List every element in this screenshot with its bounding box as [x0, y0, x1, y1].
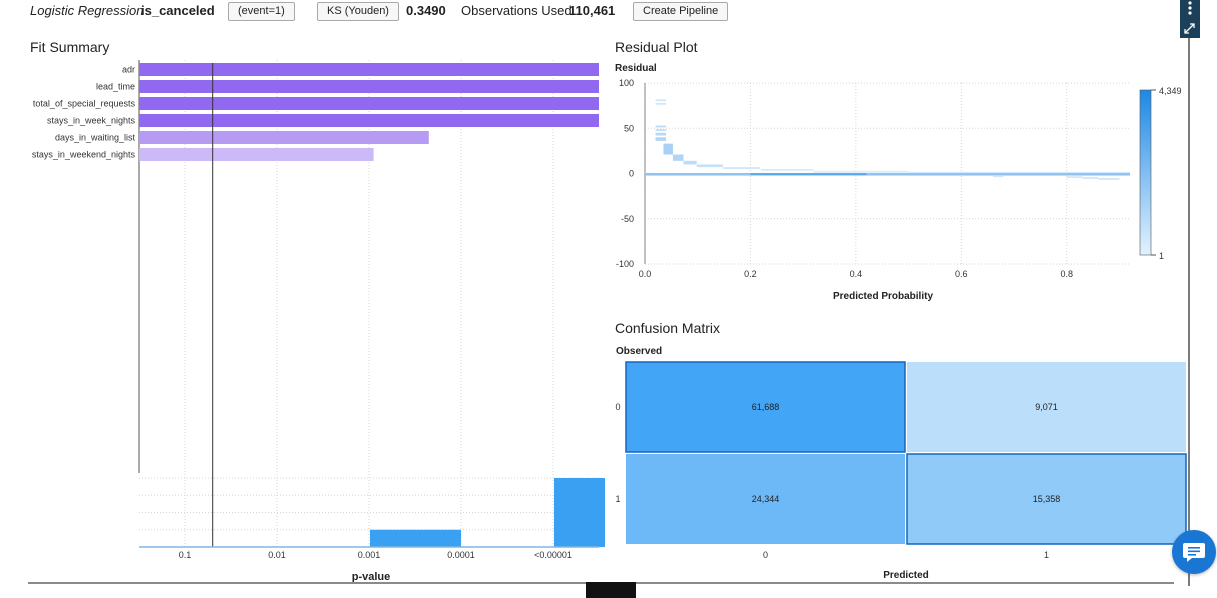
importance-bar[interactable]	[139, 148, 374, 161]
residual-axis-title: Residual	[615, 63, 657, 74]
chat-icon	[1183, 543, 1205, 562]
residual-xtick: 0.8	[1060, 269, 1073, 279]
predicted-probability-title: Predicted Probability	[833, 291, 933, 302]
residual-density-cell	[655, 99, 667, 102]
predicted-class-label: 0	[763, 550, 768, 560]
residual-xtick: 0.6	[955, 269, 968, 279]
residual-ytick: -50	[621, 214, 634, 224]
variable-label: total_of_special_requests	[33, 99, 136, 109]
create-pipeline-button[interactable]: Create Pipeline	[633, 2, 729, 21]
model-header: Logistic Regression is_canceled (event=1…	[0, 0, 1180, 24]
event-button[interactable]: (event=1)	[228, 2, 295, 21]
pvalue-hist-bar[interactable]	[370, 529, 461, 547]
pvalue-tick-label: 0.01	[268, 550, 286, 560]
residual-density-cell	[1066, 171, 1130, 174]
pvalue-tick-label: 0.1	[179, 550, 192, 560]
variable-label: days_in_waiting_list	[55, 133, 136, 143]
residual-density-cell	[1066, 176, 1083, 179]
residual-density-cell	[683, 160, 697, 165]
confusion-cell-value: 15,358	[1033, 494, 1061, 504]
confusion-cell-value: 24,344	[752, 494, 780, 504]
bottom-tab[interactable]	[586, 582, 636, 598]
pvalue-tick-label: 0.001	[358, 550, 381, 560]
target-name: is_canceled	[141, 3, 215, 18]
observed-axis-title: Observed	[616, 346, 662, 357]
residual-xtick: 0.4	[850, 269, 863, 279]
observed-class-label: 0	[615, 402, 620, 412]
residual-density-cell	[723, 167, 760, 169]
confusion-cell-value: 61,688	[752, 402, 780, 412]
residual-color-legend	[1139, 89, 1152, 256]
residual-plot-title: Residual Plot	[615, 39, 698, 55]
residual-xtick: 0.0	[639, 269, 652, 279]
residual-density-cell	[655, 125, 667, 128]
legend-min-label: 1	[1159, 251, 1164, 261]
confusion-cell-value: 9,071	[1035, 402, 1058, 412]
predicted-class-label: 1	[1044, 550, 1049, 560]
residual-density-cell	[992, 175, 1004, 178]
residual-density-cell	[663, 143, 673, 155]
residual-density-cell	[1082, 177, 1099, 179]
residual-dense-band	[645, 172, 1130, 176]
ks-statistic-button[interactable]: KS (Youden)	[317, 2, 399, 21]
fit-summary-chart: adr lead_time total_of_special_requestssta…	[32, 60, 605, 583]
residual-plot-chart: Residual 100 50 0 -50 -100 0.0 0.2 0.4 0.6 0.8 4,34…	[615, 63, 1182, 302]
variable-label: stays_in_weekend_nights	[32, 150, 136, 160]
residual-density-cell	[655, 137, 667, 141]
residual-density-cell	[655, 132, 667, 136]
predicted-axis-title: Predicted	[883, 570, 929, 581]
observations-label: Observations Used	[461, 3, 572, 18]
legend-max-label: 4,349	[1159, 86, 1182, 96]
importance-bar[interactable]	[139, 97, 599, 110]
pvalue-hist-bar[interactable]	[554, 478, 605, 547]
importance-bar[interactable]	[139, 114, 599, 127]
residual-density-cell	[760, 168, 814, 171]
pvalue-tick-label: 0.0001	[447, 550, 475, 560]
variable-label: lead_time	[96, 82, 135, 92]
panel-divider	[1188, 38, 1190, 586]
residual-ytick: 50	[624, 123, 634, 133]
residual-density-cell	[672, 154, 684, 161]
residual-density-cell	[696, 164, 724, 168]
confusion-matrix-chart: Observed 61,688 9,071 24,344 15,358 0 1 0 1 Predi…	[615, 346, 1187, 581]
residual-density-cell	[655, 129, 667, 131]
residual-ytick: -100	[616, 259, 634, 269]
expand-icon[interactable]	[1184, 23, 1195, 34]
residual-density-cell	[1098, 178, 1120, 180]
residual-ytick: 0	[629, 169, 634, 179]
pvalue-tick-label: <0.00001	[534, 550, 572, 560]
residual-density-cell	[908, 171, 1067, 174]
model-type: Logistic Regression	[30, 3, 144, 18]
chat-button[interactable]	[1172, 530, 1216, 574]
variable-label: adr	[122, 65, 135, 75]
observations-value: 110,461	[569, 3, 616, 18]
residual-density-cell	[813, 170, 909, 173]
side-toolbar	[1180, 0, 1200, 38]
observed-class-label: 1	[615, 494, 620, 504]
importance-bar[interactable]	[139, 131, 429, 144]
residual-ytick: 100	[619, 78, 634, 88]
confusion-matrix-title: Confusion Matrix	[615, 320, 721, 336]
importance-bar[interactable]	[139, 80, 599, 93]
residual-density-cell	[655, 102, 667, 105]
fit-summary-title: Fit Summary	[30, 39, 110, 55]
residual-xtick: 0.2	[744, 269, 757, 279]
residual-dense-band	[750, 173, 867, 176]
more-vertical-icon[interactable]	[1188, 1, 1192, 15]
variable-label: stays_in_week_nights	[47, 116, 136, 126]
importance-bar[interactable]	[139, 63, 599, 76]
ks-value: 0.3490	[406, 3, 446, 18]
